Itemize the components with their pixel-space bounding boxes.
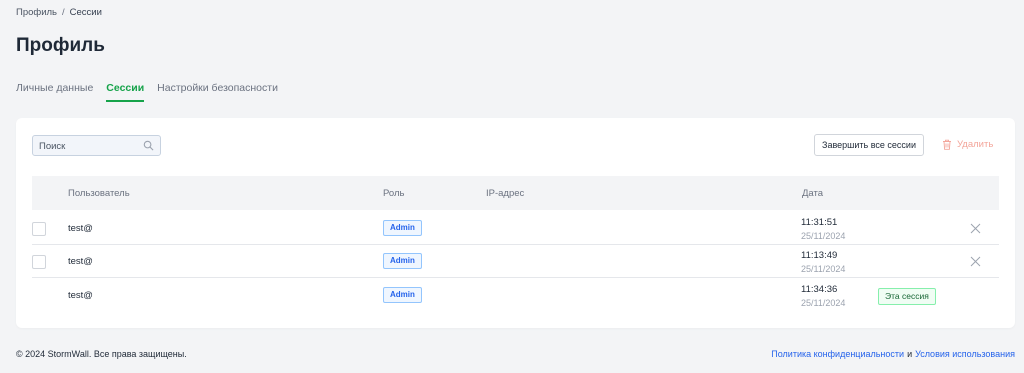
search-input[interactable] xyxy=(33,137,133,156)
trash-icon xyxy=(943,139,951,150)
row-user: test@ xyxy=(68,290,93,301)
role-badge: Admin xyxy=(383,253,422,269)
sessions-card: Завершить все сессии Удалить Пользовател… xyxy=(16,118,1015,328)
close-icon[interactable] xyxy=(970,223,981,234)
row-checkbox[interactable] xyxy=(32,222,46,236)
row-time: 11:34:36 xyxy=(801,284,838,295)
table-header: Пользователь Роль IP-адрес Дата xyxy=(32,176,999,210)
end-all-sessions-button[interactable]: Завершить все сессии xyxy=(814,134,924,156)
search-box xyxy=(32,135,161,156)
table-row: test@ Admin 11:34:36 25/11/2024 Эта сесс… xyxy=(32,279,999,312)
role-badge: Admin xyxy=(383,287,422,303)
column-user: Пользователь xyxy=(68,188,130,199)
privacy-policy-link[interactable]: Политика конфиденциальности xyxy=(771,349,904,359)
current-session-badge: Эта сессия xyxy=(878,288,936,305)
column-ip: IP-адрес xyxy=(486,188,525,199)
row-date: 25/11/2024 xyxy=(801,231,846,241)
row-date: 25/11/2024 xyxy=(801,264,846,274)
table-row: test@ Admin 11:31:51 25/11/2024 xyxy=(32,212,999,245)
breadcrumb-separator: / xyxy=(62,7,65,18)
row-user: test@ xyxy=(68,256,93,267)
terms-of-use-link[interactable]: Условия использования xyxy=(915,349,1015,359)
row-time: 11:13:49 xyxy=(801,250,838,261)
breadcrumb-current: Сессии xyxy=(69,7,102,18)
footer-links: Политика конфиденциальности и Условия ис… xyxy=(771,349,1015,359)
tab-personal-data[interactable]: Личные данные xyxy=(16,82,93,102)
row-checkbox[interactable] xyxy=(32,255,46,269)
search-icon[interactable] xyxy=(143,140,154,151)
footer-copyright: © 2024 StormWall. Все права защищены. xyxy=(16,349,187,359)
tab-sessions[interactable]: Сессии xyxy=(106,82,145,102)
row-time: 11:31:51 xyxy=(801,217,838,228)
table-row: test@ Admin 11:13:49 25/11/2024 xyxy=(32,245,999,278)
row-user: test@ xyxy=(68,223,93,234)
breadcrumb-profile-link[interactable]: Профиль xyxy=(16,7,57,18)
delete-label: Удалить xyxy=(957,139,994,150)
page-title: Профиль xyxy=(16,35,105,56)
close-icon[interactable] xyxy=(970,256,981,267)
tabs: Личные данные Сессии Настройки безопасно… xyxy=(16,82,291,102)
column-date: Дата xyxy=(802,188,824,199)
tab-security-settings[interactable]: Настройки безопасности xyxy=(157,82,278,102)
breadcrumb: Профиль / Сессии xyxy=(16,7,102,18)
role-badge: Admin xyxy=(383,220,422,236)
row-date: 25/11/2024 xyxy=(801,298,846,308)
delete-button[interactable]: Удалить xyxy=(942,139,993,150)
column-role: Роль xyxy=(383,188,405,199)
footer-conjunction: и xyxy=(907,349,913,359)
